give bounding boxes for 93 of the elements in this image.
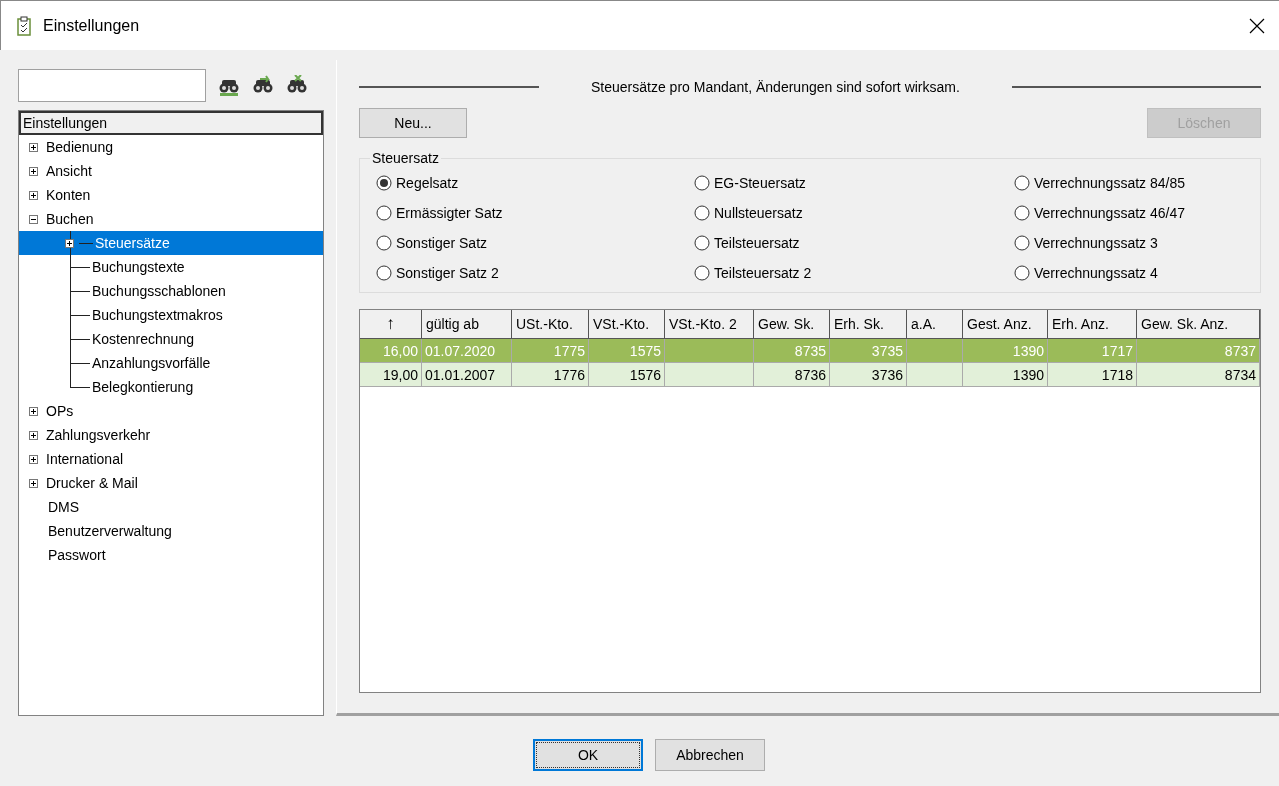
table-cell: 1575 [589, 339, 665, 363]
tree-item[interactable]: Einstellungen [19, 111, 323, 135]
panel-heading: Steuersätze pro Mandant, Änderungen sind sofort wirksam. [591, 79, 960, 95]
radio-label: Ermässigter Satz [396, 205, 503, 221]
tree-item[interactable]: Buchungstextmakros [92, 307, 223, 323]
column-header[interactable]: Gew. Sk. Anz. [1137, 310, 1260, 339]
radio-button[interactable] [376, 265, 392, 281]
window-title: Einstellungen [43, 16, 141, 35]
expand-icon[interactable] [29, 454, 38, 464]
radio-label: Sonstiger Satz 2 [396, 265, 499, 281]
table-cell: 8737 [1137, 339, 1260, 363]
column-header[interactable]: ↑ [360, 310, 422, 339]
column-header[interactable]: VSt.-Kto. [589, 310, 665, 339]
radio-button[interactable] [694, 265, 710, 281]
radio-label: Sonstiger Satz [396, 235, 488, 251]
expand-icon[interactable] [29, 166, 38, 176]
tree-item[interactable]: Zahlungsverkehr [46, 427, 151, 443]
radio-button[interactable] [376, 175, 392, 191]
table-row[interactable]: 19,00 01.01.2007 1776 1576 8736 3736 1390 1718 8734 [360, 363, 1260, 387]
radio-button[interactable] [694, 235, 710, 251]
column-header[interactable]: Gest. Anz. [963, 310, 1048, 339]
tree-item[interactable]: Drucker & Mail [46, 475, 138, 491]
radio-button[interactable] [376, 235, 392, 251]
tree-item[interactable]: OPs [46, 403, 74, 419]
table-cell [907, 339, 963, 363]
tree-item[interactable]: Buchen [46, 211, 94, 227]
radio-label: Verrechnungssatz 46/47 [1034, 205, 1185, 221]
tree-item[interactable]: Belegkontierung [92, 379, 194, 395]
radio-button[interactable] [694, 175, 710, 191]
radio-label: Teilsteuersatz 2 [714, 265, 812, 281]
cancel-button[interactable]: Abbrechen [655, 739, 765, 771]
column-header[interactable]: a.A. [907, 310, 963, 339]
expand-icon[interactable] [29, 190, 38, 200]
close-icon[interactable] [1249, 17, 1265, 34]
table-cell: 8736 [754, 363, 830, 387]
tree-item[interactable]: International [46, 451, 124, 467]
expand-icon[interactable] [29, 406, 38, 416]
expand-icon[interactable] [29, 142, 38, 152]
expand-icon[interactable] [29, 430, 38, 440]
radio-label: EG-Steuersatz [714, 175, 806, 191]
table-cell: 3736 [830, 363, 907, 387]
radio-label: Teilsteuersatz [714, 235, 800, 251]
tree-item[interactable]: Ansicht [46, 163, 92, 179]
table-cell [907, 363, 963, 387]
tree-item[interactable]: DMS [48, 499, 80, 515]
table-cell: 8735 [754, 339, 830, 363]
table-cell: 1717 [1048, 339, 1137, 363]
table-cell: 1390 [963, 363, 1048, 387]
column-header[interactable]: gültig ab [422, 310, 512, 339]
table-cell: 01.07.2020 [422, 339, 512, 363]
radio-button[interactable] [1014, 175, 1030, 191]
tree-item[interactable]: Benutzerverwaltung [48, 523, 172, 539]
table-cell: 19,00 [360, 363, 422, 387]
radio-button[interactable] [1014, 265, 1030, 281]
radio-label: Verrechnungssatz 4 [1034, 265, 1158, 281]
table-cell: 1718 [1048, 363, 1137, 387]
tree-item[interactable]: Kostenrechnung [92, 331, 194, 347]
table-cell: 1576 [589, 363, 665, 387]
radio-label: Regelsatz [396, 175, 459, 191]
table-cell: 3735 [830, 339, 907, 363]
column-header[interactable]: Gew. Sk. [754, 310, 830, 339]
column-header[interactable]: Erh. Sk. [830, 310, 907, 339]
radio-label: Nullsteuersatz [714, 205, 803, 221]
tree-item[interactable]: Anzahlungsvorfälle [92, 355, 211, 371]
tree-item[interactable]: Konten [46, 187, 91, 203]
ok-button[interactable]: OK [533, 739, 643, 771]
tree-item[interactable]: Passwort [48, 547, 106, 563]
clipboard-icon [17, 15, 31, 36]
tree-item[interactable]: Buchungsschablonen [92, 283, 226, 299]
radio-label: Verrechnungssatz 84/85 [1034, 175, 1185, 191]
radio-button[interactable] [694, 205, 710, 221]
table-cell: 1390 [963, 339, 1048, 363]
expand-icon[interactable] [29, 478, 38, 488]
expand-icon[interactable] [65, 238, 74, 248]
radio-button[interactable] [1014, 235, 1030, 251]
table-cell: 16,00 [360, 339, 422, 363]
column-header[interactable]: USt.-Kto. [512, 310, 589, 339]
radio-button[interactable] [1014, 205, 1030, 221]
tree-item[interactable]: Buchungstexte [92, 259, 185, 275]
group-title: Steuersatz [371, 150, 440, 166]
radio-button[interactable] [376, 205, 392, 221]
radio-label: Verrechnungssatz 3 [1034, 235, 1158, 251]
table-cell: 1776 [512, 363, 589, 387]
collapse-icon[interactable] [29, 214, 38, 224]
table-cell: 1775 [512, 339, 589, 363]
new-button[interactable]: Neu... [359, 108, 467, 138]
tree-item[interactable]: Bedienung [46, 139, 113, 155]
column-header[interactable]: VSt.-Kto. 2 [665, 310, 754, 339]
tree-item[interactable]: Steuersätze [95, 235, 170, 251]
column-header[interactable]: Erh. Anz. [1048, 310, 1137, 339]
table-cell: 01.01.2007 [422, 363, 512, 387]
search-field[interactable] [18, 69, 206, 102]
table-cell: 8734 [1137, 363, 1260, 387]
